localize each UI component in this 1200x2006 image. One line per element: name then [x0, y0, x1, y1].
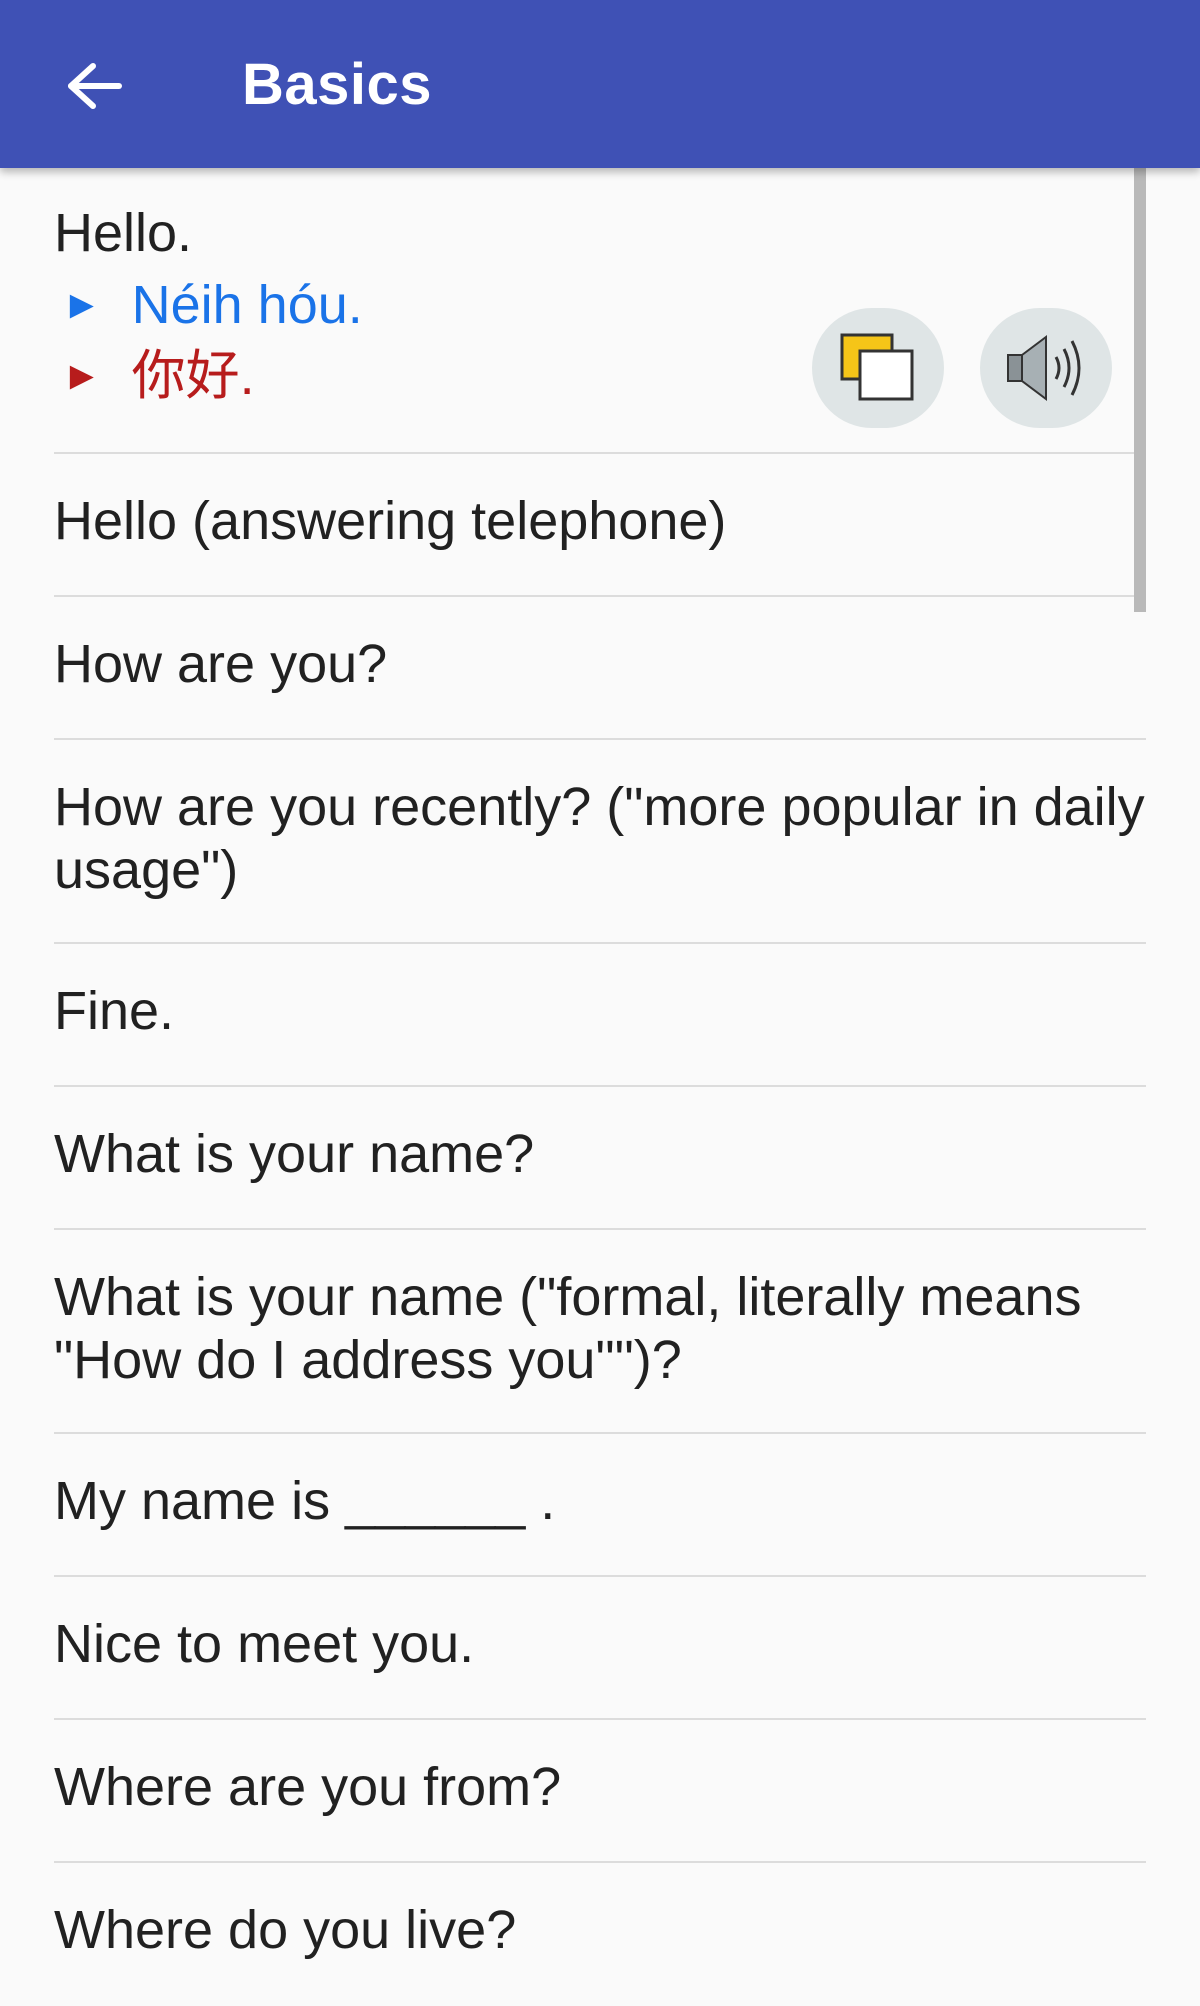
page-title: Basics [242, 52, 433, 117]
phrase-list: Hello. ► Néih hóu. ► 你好. Hello (answerin… [54, 168, 1146, 2006]
list-item[interactable]: What is your name ("formal, literally me… [54, 1230, 1146, 1434]
phrase-text: Hello (answering telephone) [54, 491, 727, 551]
phrase-text: Fine. [54, 981, 175, 1041]
list-item[interactable]: My name is ______ . [54, 1434, 1146, 1577]
list-item[interactable]: Hello (answering telephone) [54, 454, 1146, 597]
play-audio-button[interactable] [980, 308, 1112, 428]
play-triangle-icon: ► [62, 354, 102, 398]
romanization-line: ► Néih hóu. [54, 274, 363, 337]
list-item[interactable]: How are you recently? ("more popular in … [54, 740, 1146, 944]
list-item[interactable]: How are you? [54, 597, 1146, 740]
speaker-icon [1007, 335, 1081, 401]
back-button[interactable] [52, 44, 136, 128]
copy-button[interactable] [812, 308, 944, 428]
phrase-english: Hello. [54, 203, 193, 263]
phrase-text: How are you? [54, 634, 388, 694]
romanization-text: Néih hóu. [131, 275, 363, 335]
app-bar: Basics [0, 0, 1200, 168]
list-item[interactable]: Where do you live? [54, 1863, 1146, 2006]
list-item[interactable]: Where are you from? [54, 1720, 1146, 1863]
arrow-left-icon [68, 63, 122, 109]
list-item-expanded[interactable]: Hello. ► Néih hóu. ► 你好. [54, 168, 1146, 454]
list-item[interactable]: What is your name? [54, 1087, 1146, 1230]
chinese-text: 你好. [131, 346, 255, 406]
phrase-text: Where do you live? [54, 1900, 517, 1960]
chinese-line: ► 你好. [54, 345, 255, 408]
phrase-text: What is your name? [54, 1124, 535, 1184]
phrase-text: My name is ______ . [54, 1471, 556, 1531]
list-item[interactable]: Fine. [54, 944, 1146, 1087]
phrase-text: How are you recently? ("more popular in … [54, 777, 1145, 900]
phrase-text: Nice to meet you. [54, 1614, 475, 1674]
scrollbar[interactable] [1134, 168, 1146, 612]
phrase-text: Where are you from? [54, 1757, 562, 1817]
list-item[interactable]: Nice to meet you. [54, 1577, 1146, 1720]
copy-icon [840, 333, 914, 401]
play-triangle-icon: ► [62, 283, 102, 327]
phrase-text: What is your name ("formal, literally me… [54, 1267, 1082, 1390]
